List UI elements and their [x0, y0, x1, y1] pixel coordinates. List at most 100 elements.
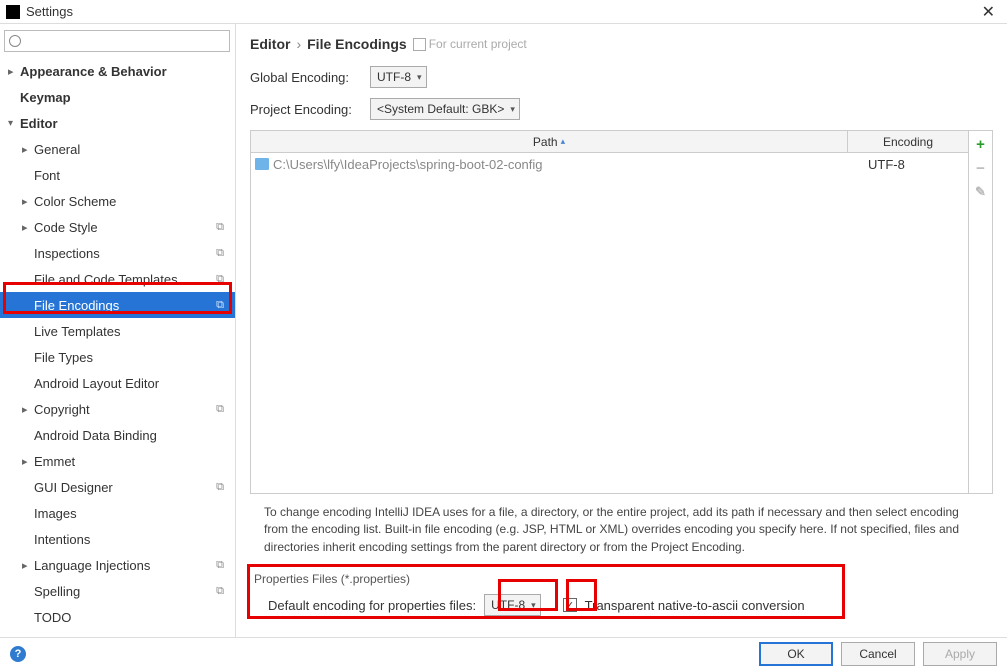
window-title: Settings	[26, 4, 976, 19]
tree-item-label: File and Code Templates	[34, 272, 213, 287]
tree-item-label: Language Injections	[34, 558, 213, 573]
tree-item-file-encodings[interactable]: File Encodings⧉	[0, 292, 235, 318]
chevron-right-icon[interactable]	[22, 559, 34, 572]
tree-item-color-scheme[interactable]: Color Scheme	[0, 188, 235, 214]
breadcrumb-editor[interactable]: Editor	[250, 36, 290, 52]
properties-encoding-value: UTF-8	[491, 598, 525, 612]
tree-item-label: Color Scheme	[34, 194, 235, 209]
encoding-cell[interactable]: UTF-8	[848, 157, 968, 172]
tree-item-code-style[interactable]: Code Style⧉	[0, 214, 235, 240]
search-input[interactable]	[4, 30, 230, 52]
path-cell: C:\Users\lfy\IdeaProjects\spring-boot-02…	[251, 157, 848, 172]
chevron-right-icon[interactable]	[22, 221, 34, 234]
tree-item-label: Images	[34, 506, 235, 521]
chevron-right-icon[interactable]	[22, 403, 34, 416]
remove-button[interactable]: −	[972, 159, 990, 177]
titlebar: Settings ✕	[0, 0, 1007, 24]
project-encoding-row: Project Encoding: <System Default: GBK> …	[250, 98, 993, 120]
tree-item-label: Emmet	[34, 454, 235, 469]
content-area: Appearance & Behavior Keymap Editor General…	[0, 24, 1007, 637]
help-icon[interactable]: ?	[10, 646, 26, 662]
tree-item-label: Editor	[20, 116, 235, 131]
global-encoding-dropdown[interactable]: UTF-8 ▾	[370, 66, 427, 88]
tree-item-label: Inspections	[34, 246, 213, 261]
tree-item-images[interactable]: Images	[0, 500, 235, 526]
tree-item-label: Android Data Binding	[34, 428, 235, 443]
project-scope-icon: ⧉	[213, 402, 227, 416]
folder-icon	[255, 158, 269, 170]
properties-row: Default encoding for properties files: U…	[250, 594, 993, 616]
path-text: C:\Users\lfy\IdeaProjects\spring-boot-02…	[273, 157, 543, 172]
tree-item-spelling[interactable]: Spelling⧉	[0, 578, 235, 604]
tree-item-label: GUI Designer	[34, 480, 213, 495]
transparent-ascii-checkbox[interactable]	[563, 598, 577, 612]
tree-item-language-injections[interactable]: Language Injections⧉	[0, 552, 235, 578]
project-scope-icon: ⧉	[213, 272, 227, 286]
settings-tree[interactable]: Appearance & Behavior Keymap Editor General…	[0, 58, 235, 637]
table-body[interactable]: C:\Users\lfy\IdeaProjects\spring-boot-02…	[251, 153, 968, 493]
tree-item-keymap[interactable]: Keymap	[0, 84, 235, 110]
tree-item-label: Intentions	[34, 532, 235, 547]
chevron-down-icon[interactable]	[8, 118, 20, 129]
tree-item-label: Font	[34, 168, 235, 183]
table-header: Path▴ Encoding	[251, 131, 968, 153]
tree-item-general[interactable]: General	[0, 136, 235, 162]
ok-button[interactable]: OK	[759, 642, 833, 666]
apply-button[interactable]: Apply	[923, 642, 997, 666]
add-button[interactable]: +	[972, 135, 990, 153]
settings-sidebar: Appearance & Behavior Keymap Editor General…	[0, 24, 236, 637]
properties-files-section: Properties Files (*.properties) Default …	[250, 572, 993, 616]
tree-item-android-layout-editor[interactable]: Android Layout Editor	[0, 370, 235, 396]
global-encoding-value: UTF-8	[377, 70, 411, 84]
tree-item-label: Keymap	[20, 90, 235, 105]
default-encoding-label: Default encoding for properties files:	[268, 598, 476, 613]
tree-item-emmet[interactable]: Emmet	[0, 448, 235, 474]
tree-item-font[interactable]: Font	[0, 162, 235, 188]
tree-item-label: File Encodings	[34, 298, 213, 313]
properties-encoding-dropdown[interactable]: UTF-8 ▾	[484, 594, 541, 616]
project-encoding-value: <System Default: GBK>	[377, 102, 504, 116]
tree-item-label: Live Templates	[34, 324, 235, 339]
encoding-hint-text: To change encoding IntelliJ IDEA uses fo…	[250, 494, 993, 566]
global-encoding-label: Global Encoding:	[250, 70, 370, 85]
path-column-header[interactable]: Path▴	[251, 131, 848, 152]
tree-item-intentions[interactable]: Intentions	[0, 526, 235, 552]
project-scope-badge: For current project	[413, 37, 527, 51]
table-toolbar: + − ✎	[968, 131, 992, 493]
project-scope-icon: ⧉	[213, 220, 227, 234]
encoding-table-main: Path▴ Encoding C:\Users\lfy\IdeaProjects…	[251, 131, 968, 493]
transparent-ascii-label: Transparent native-to-ascii conversion	[585, 598, 805, 613]
tree-item-label: Android Layout Editor	[34, 376, 235, 391]
chevron-right-icon[interactable]	[22, 143, 34, 156]
tree-item-live-templates[interactable]: Live Templates	[0, 318, 235, 344]
tree-item-copyright[interactable]: Copyright⧉	[0, 396, 235, 422]
chevron-right-icon[interactable]	[22, 195, 34, 208]
table-row[interactable]: C:\Users\lfy\IdeaProjects\spring-boot-02…	[251, 153, 968, 175]
project-scope-icon: ⧉	[213, 246, 227, 260]
chevron-right-icon[interactable]	[8, 65, 20, 78]
chevron-right-icon[interactable]	[22, 455, 34, 468]
tree-item-gui-designer[interactable]: GUI Designer⧉	[0, 474, 235, 500]
tree-item-plugins[interactable]: Plugins	[0, 630, 235, 637]
tree-item-inspections[interactable]: Inspections⧉	[0, 240, 235, 266]
edit-button[interactable]: ✎	[972, 183, 990, 201]
tree-item-file-and-code-templates[interactable]: File and Code Templates⧉	[0, 266, 235, 292]
cancel-button[interactable]: Cancel	[841, 642, 915, 666]
close-icon[interactable]: ✕	[976, 2, 1001, 22]
tree-item-label: Spelling	[34, 584, 213, 599]
properties-section-title: Properties Files (*.properties)	[250, 572, 993, 586]
project-scope-icon: ⧉	[213, 298, 227, 312]
tree-item-todo[interactable]: TODO	[0, 604, 235, 630]
encoding-table: Path▴ Encoding C:\Users\lfy\IdeaProjects…	[250, 130, 993, 494]
tree-item-appearance-behavior[interactable]: Appearance & Behavior	[0, 58, 235, 84]
tree-item-file-types[interactable]: File Types	[0, 344, 235, 370]
tree-item-editor[interactable]: Editor	[0, 110, 235, 136]
search-icon	[4, 30, 231, 52]
encoding-column-header[interactable]: Encoding	[848, 131, 968, 152]
breadcrumb-file-encodings: File Encodings	[307, 36, 407, 52]
project-encoding-dropdown[interactable]: <System Default: GBK> ▾	[370, 98, 520, 120]
project-scope-icon: ⧉	[213, 558, 227, 572]
tree-item-label: TODO	[34, 610, 235, 625]
tree-item-android-data-binding[interactable]: Android Data Binding	[0, 422, 235, 448]
tree-item-label: General	[34, 142, 235, 157]
